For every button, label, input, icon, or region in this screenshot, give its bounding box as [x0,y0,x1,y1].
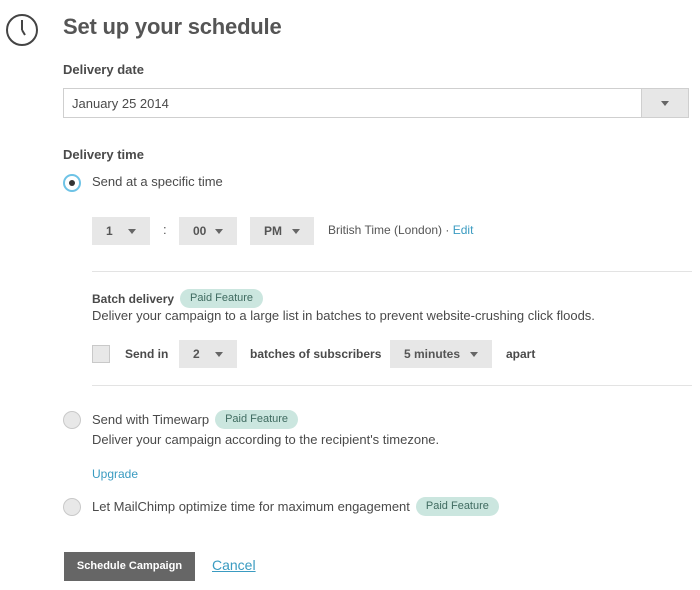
delivery-date-select[interactable]: January 25 2014 [63,88,689,118]
timewarp-description: Deliver your campaign according to the r… [92,432,440,447]
batches-count-value: 2 [193,347,200,361]
hour-value: 1 [106,224,113,238]
timezone-separator: · [445,223,450,237]
clock-icon [6,14,38,46]
cancel-link[interactable]: Cancel [212,557,256,573]
send-in-label: Send in [125,347,169,361]
specific-time-label: Send at a specific time [92,174,223,189]
timewarp-label: Send with Timewarp [92,412,210,427]
delivery-date-label: Delivery date [63,62,144,77]
batches-count-select[interactable]: 2 [179,340,237,368]
delivery-date-dropdown-button[interactable] [641,89,688,117]
radio-optimize[interactable] [63,498,81,516]
paid-feature-badge: Paid Feature [215,410,299,429]
meridiem-value: PM [264,224,282,238]
paid-feature-badge: Paid Feature [415,497,499,516]
divider [92,271,692,272]
time-separator: : [163,222,167,237]
paid-feature-badge: Paid Feature [180,289,264,308]
delivery-date-value: January 25 2014 [72,96,169,111]
timezone-text: British Time (London) [328,223,443,237]
chevron-down-icon [215,352,223,357]
minute-select[interactable]: 00 [179,217,237,245]
chevron-down-icon [470,352,478,357]
chevron-down-icon [128,229,136,234]
meridiem-select[interactable]: PM [250,217,314,245]
minute-value: 00 [193,224,207,238]
batches-of-subscribers-label: batches of subscribers [250,347,382,361]
schedule-campaign-button[interactable]: Schedule Campaign [64,552,195,581]
page-title: Set up your schedule [63,14,282,39]
chevron-down-icon [661,101,669,106]
batch-interval-value: 5 minutes [404,347,461,361]
delivery-time-label: Delivery time [63,147,144,162]
radio-timewarp[interactable] [63,411,81,429]
chevron-down-icon [292,229,300,234]
optimize-label: Let MailChimp optimize time for maximum … [92,499,410,514]
batch-delivery-checkbox[interactable] [92,345,110,363]
upgrade-link[interactable]: Upgrade [92,467,138,481]
apart-label: apart [506,347,536,361]
radio-specific-time[interactable] [63,174,81,192]
batch-delivery-description: Deliver your campaign to a large list in… [92,308,595,323]
hour-select[interactable]: 1 [92,217,150,245]
edit-timezone-link[interactable]: Edit [453,223,474,237]
batch-interval-select[interactable]: 5 minutes [390,340,492,368]
batch-delivery-title: Batch delivery [92,291,175,306]
chevron-down-icon [215,229,223,234]
divider [92,385,692,386]
